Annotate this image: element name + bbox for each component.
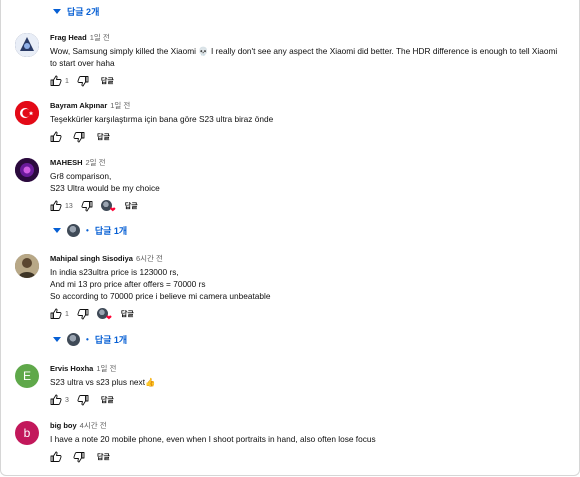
comment-author[interactable]: Ervis Hoxha — [50, 364, 93, 373]
comment-time[interactable]: 1일 전 — [90, 33, 110, 42]
avatar[interactable] — [15, 254, 39, 278]
like-count: 1 — [65, 310, 69, 318]
thumbs-down-icon[interactable] — [73, 131, 85, 143]
comment-time[interactable]: 2일 전 — [86, 158, 106, 167]
avatar-letter: E — [22, 369, 31, 383]
thumbs-up-icon[interactable] — [50, 131, 62, 143]
comment-author[interactable]: Frag Head — [50, 33, 87, 42]
reply-button[interactable]: 답글 — [97, 452, 110, 462]
comment-text-line: I have a note 20 mobile phone, even when… — [50, 434, 376, 444]
comment-author[interactable]: Bayram Akpınar — [50, 101, 107, 110]
comment-text-line: Teşekkürler karşılaştırma için bana göre… — [50, 114, 274, 124]
comment-text: In india s23ultra price is 123000 rs, An… — [50, 266, 570, 302]
avatar[interactable] — [15, 101, 39, 125]
replies-count-label: 답글 2개 — [67, 7, 100, 17]
reply-button[interactable]: 답글 — [125, 201, 138, 211]
comment-text: I have a note 20 mobile phone, even when… — [50, 433, 570, 445]
reply-button[interactable]: 답글 — [101, 395, 114, 405]
comment-text: Gr8 comparison, S23 Ultra would be my ch… — [50, 170, 570, 194]
thumbs-up-icon[interactable] — [50, 451, 62, 463]
view-replies-button[interactable]: • 답글 1개 — [53, 333, 127, 346]
comment-time[interactable]: 6시간 전 — [136, 254, 163, 263]
comment-author[interactable]: big boy — [50, 421, 77, 430]
creator-heart-icon: ❤ — [96, 308, 112, 322]
chevron-down-icon — [53, 9, 61, 14]
avatar[interactable]: b — [15, 421, 39, 445]
avatar — [67, 224, 80, 237]
comment-text-line: So according to 70000 price i believe mi… — [50, 291, 271, 301]
avatar[interactable]: E — [15, 364, 39, 388]
comment-text-line: Gr8 comparison, — [50, 171, 112, 181]
comment-text: S23 ultra vs s23 plus next👍 — [50, 376, 570, 388]
avatar[interactable] — [15, 33, 39, 57]
reply-button[interactable]: 답글 — [97, 132, 110, 142]
like-count: 1 — [65, 77, 69, 85]
thumbs-down-icon[interactable] — [77, 75, 89, 87]
reply-button[interactable]: 답글 — [121, 309, 134, 319]
replies-count-label: 답글 1개 — [94, 335, 128, 345]
chevron-down-icon — [53, 337, 61, 342]
comment-text-line: S23 Ultra would be my choice — [50, 183, 160, 193]
chevron-down-icon — [53, 228, 61, 233]
thumbs-down-icon[interactable] — [77, 308, 89, 320]
comment-time[interactable]: 1일 전 — [96, 364, 116, 373]
dot-separator: • — [86, 335, 89, 344]
comment-time[interactable]: 1일 전 — [110, 101, 130, 110]
thumbs-up-icon[interactable] — [50, 308, 62, 320]
reply-button[interactable]: 답글 — [101, 76, 114, 86]
avatar-letter: b — [23, 426, 31, 440]
comment-text-line: In india s23ultra price is 123000 rs, — [50, 267, 179, 277]
view-replies-button[interactable]: 답글 2개 — [53, 5, 99, 18]
comment-author[interactable]: MAHESH — [50, 158, 83, 167]
thumbs-up-icon[interactable] — [50, 394, 62, 406]
replies-count-label: 답글 1개 — [94, 226, 128, 236]
dot-separator: • — [86, 226, 89, 235]
comment-text-line: And mi 13 pro price after offers = 70000… — [50, 279, 206, 289]
comment-time[interactable]: 4시간 전 — [80, 421, 107, 430]
avatar[interactable] — [15, 158, 39, 182]
comment-text: Teşekkürler karşılaştırma için bana göre… — [50, 113, 570, 125]
comment-text-line: Wow, Samsung simply killed the Xiaomi 💀 … — [50, 46, 558, 56]
comment-text: Wow, Samsung simply killed the Xiaomi 💀 … — [50, 45, 570, 69]
comment-author[interactable]: Mahipal singh Sisodiya — [50, 254, 133, 263]
thumbs-up-icon[interactable] — [50, 200, 62, 212]
view-replies-button[interactable]: • 답글 1개 — [53, 224, 127, 237]
like-count: 3 — [65, 396, 69, 404]
comment-text-line: to start over haha — [50, 58, 115, 68]
thumbs-down-icon[interactable] — [73, 451, 85, 463]
thumbs-up-icon[interactable] — [50, 75, 62, 87]
thumbs-down-icon[interactable] — [81, 200, 93, 212]
thumbs-down-icon[interactable] — [77, 394, 89, 406]
creator-heart-icon: ❤ — [100, 200, 116, 214]
comment-text-line: S23 ultra vs s23 plus next👍 — [50, 377, 156, 387]
avatar — [67, 333, 80, 346]
like-count: 13 — [65, 202, 73, 210]
